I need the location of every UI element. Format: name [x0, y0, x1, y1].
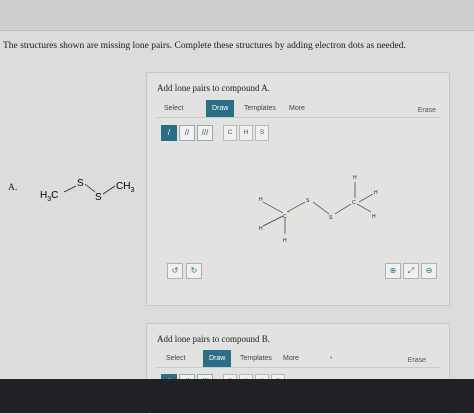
- canvas-atom-h1[interactable]: H: [259, 197, 263, 203]
- question-text: The structures shown are missing lone pa…: [3, 41, 406, 51]
- canvas-selection-dot: [288, 211, 290, 213]
- canvas-atom-c1[interactable]: C: [283, 214, 287, 220]
- templates-tab[interactable]: Templates: [244, 101, 276, 116]
- mol-a-s1: S: [77, 178, 84, 189]
- canvas-atom-h3[interactable]: H: [283, 238, 287, 244]
- double-bond-button[interactable]: //: [179, 125, 195, 141]
- panel-b-title: Add lone pairs to compound B.: [157, 334, 270, 344]
- zoom-reset-icon[interactable]: ⤢: [403, 263, 419, 279]
- undo-icon[interactable]: ↺: [167, 263, 183, 279]
- undo-redo-controls: ↺ ↻: [167, 263, 202, 279]
- panel-compound-a: Add lone pairs to compound A. Select Dra…: [146, 72, 450, 306]
- more-tab-b[interactable]: More: [283, 351, 299, 366]
- atom-h-button[interactable]: H: [239, 125, 253, 141]
- mol-a-bond-1: [63, 185, 77, 193]
- zoom-controls: ⊕ ⤢ ⊖: [385, 263, 437, 279]
- select-tab-b[interactable]: Select: [166, 351, 185, 366]
- canvas-atom-h4[interactable]: H: [353, 175, 357, 181]
- more-tab[interactable]: More: [289, 101, 305, 116]
- redo-icon[interactable]: ↻: [186, 263, 202, 279]
- canvas-atom-c2[interactable]: C: [352, 200, 356, 206]
- toolbar-marker: •: [330, 355, 333, 362]
- single-bond-button[interactable]: /: [161, 125, 177, 141]
- panel-b-toolbar: Select Draw Templates More • Erase: [156, 350, 440, 368]
- mol-a-h3c: H3C: [40, 190, 58, 203]
- atom-c-button[interactable]: C: [223, 125, 237, 141]
- panel-a-title: Add lone pairs to compound A.: [157, 83, 270, 93]
- draw-tab-b[interactable]: Draw: [203, 350, 232, 367]
- panel-a-bond-tools: / // /// C H S: [161, 125, 269, 141]
- compound-a-structure: H3C S S CH3: [40, 178, 134, 203]
- canvas-atom-s2[interactable]: S: [329, 215, 333, 221]
- mol-a-ch3: CH3: [116, 181, 134, 194]
- atom-s-button[interactable]: S: [255, 125, 269, 141]
- bottom-dark-bar: [0, 379, 474, 413]
- mol-a-bond-3: [102, 185, 116, 195]
- canvas-atom-h6[interactable]: H: [372, 214, 376, 220]
- browser-top-strip: [0, 0, 474, 31]
- mol-a-bond-2: [84, 183, 96, 193]
- draw-tab[interactable]: Draw: [206, 100, 235, 117]
- canvas-atom-s1[interactable]: S: [306, 198, 310, 204]
- panel-a-toolbar: Select Draw Templates More Erase: [156, 100, 440, 118]
- select-tab[interactable]: Select: [164, 101, 183, 116]
- zoom-out-icon[interactable]: ⊖: [421, 263, 437, 279]
- erase-button-b[interactable]: Erase: [408, 353, 426, 368]
- canvas-atom-h5[interactable]: H: [374, 190, 378, 196]
- zoom-in-icon[interactable]: ⊕: [385, 263, 401, 279]
- mol-a-s2: S: [95, 192, 102, 203]
- erase-button[interactable]: Erase: [418, 103, 436, 118]
- canvas-atom-h2[interactable]: H: [259, 226, 263, 232]
- compound-a-label: A.: [8, 183, 18, 193]
- templates-tab-b[interactable]: Templates: [240, 351, 272, 366]
- triple-bond-button[interactable]: ///: [197, 125, 213, 141]
- drawing-canvas-molecule[interactable]: H H C H S S C H H H: [247, 168, 397, 253]
